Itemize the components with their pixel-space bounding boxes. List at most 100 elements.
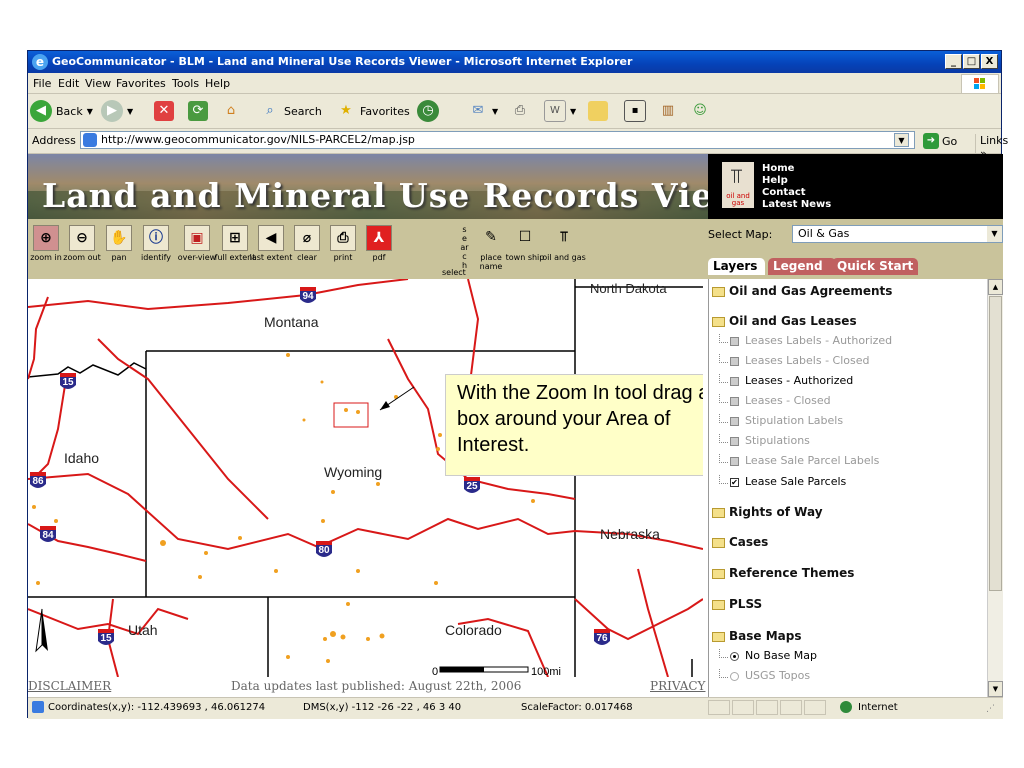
menu-file[interactable]: File [33,77,51,90]
state-idaho: Idaho [64,450,99,466]
favorites-star-icon: ★ [340,103,352,118]
go-button[interactable]: ➜ Go [923,133,957,149]
minimize-button[interactable]: _ [945,54,962,69]
checkmark-icon[interactable]: ✔ [730,477,739,487]
pdf-tool[interactable]: ⅄ pdf [357,225,401,262]
layer-group-oil-gas-agreements[interactable]: Oil and Gas Agreements [712,284,892,298]
home-button[interactable]: ⌂ [221,99,241,123]
layer-group-rights-of-way[interactable]: Rights of Way [712,505,823,519]
scale-start: 0 [432,666,438,677]
header-links: Home Help Contact Latest News [762,163,831,211]
contact-link[interactable]: Contact [762,187,831,199]
layer-leases-labels-closed[interactable]: Leases Labels - Closed [709,354,870,367]
layer-checkbox[interactable] [730,376,739,386]
menu-tools[interactable]: Tools [172,77,199,90]
stop-icon: ✕ [154,101,174,121]
layer-leases-authorized[interactable]: Leases - Authorized [709,374,853,387]
layer-group-cases[interactable]: Cases [712,535,768,549]
menu-favorites[interactable]: Favorites [116,77,166,90]
layer-checkbox[interactable] [730,416,739,426]
address-bar: Address http://www.geocommunicator.gov/N… [28,129,1008,160]
back-button[interactable]: ◀ Back ▼ [30,99,93,123]
print-button[interactable]: ⎙ [510,99,530,123]
zoom-selection-box [333,402,369,428]
layer-stipulation-labels[interactable]: Stipulation Labels [709,414,843,427]
svg-text:86: 86 [32,476,44,487]
layer-group-base-maps[interactable]: Base Maps [712,629,801,643]
folder-button[interactable] [588,99,608,123]
identify-tool[interactable]: ⓘ identify [134,225,178,262]
folder-icon [712,537,725,548]
layer-checkbox[interactable] [730,436,739,446]
stop-button[interactable]: ✕ [154,99,174,123]
menu-help[interactable]: Help [205,77,230,90]
tab-legend[interactable]: Legend [768,258,836,275]
layer-stipulations[interactable]: Stipulations [709,434,810,447]
map-canvas[interactable]: 94 15 86 25 84 80 15 76 North Dakota Mon… [28,279,703,677]
help-link[interactable]: Help [762,175,831,187]
status-bar: Coordinates(x,y): -112.439693 , 46.06127… [28,697,1003,719]
research-button[interactable]: ▥ [658,99,678,123]
tab-layers[interactable]: Layers [708,258,765,275]
scroll-down-icon[interactable]: ▼ [988,681,1003,697]
search-button[interactable]: ⌕ Search [260,99,321,123]
oil-and-gas-tool[interactable]: ⫪ oil and gas [542,225,586,262]
latest-news-link[interactable]: Latest News [762,199,831,211]
back-arrow-icon: ◀ [30,100,52,122]
address-dropdown-icon[interactable]: ▼ [894,133,909,147]
scroll-up-icon[interactable]: ▲ [988,279,1003,295]
map-view[interactable]: 94 15 86 25 84 80 15 76 North Dakota Mon… [28,279,703,677]
township-tool[interactable]: ☐ town ship [503,225,547,262]
layer-lease-sale-parcel-labels[interactable]: Lease Sale Parcel Labels [709,454,879,467]
edit-button[interactable]: W ▼ [544,99,576,123]
home-link[interactable]: Home [762,163,831,175]
layer-leases-labels-authorized[interactable]: Leases Labels - Authorized [709,334,892,347]
forward-button[interactable]: ▶ ▼ [101,99,133,123]
maximize-button[interactable]: □ [963,54,980,69]
callout-arrow-head [380,401,390,410]
scroll-thumb[interactable] [989,296,1002,591]
mail-dropdown-icon: ▼ [492,106,499,116]
menu-edit[interactable]: Edit [58,77,79,90]
interstate-80-shield: 80 [316,541,332,557]
select-map-dropdown[interactable]: Oil & Gas ▼ [792,225,1003,243]
svg-text:80: 80 [318,545,330,556]
layer-group-oil-gas-leases[interactable]: Oil and Gas Leases [712,314,857,328]
tab-quick-start[interactable]: Quick Start [832,258,918,275]
address-input[interactable]: http://www.geocommunicator.gov/NILS-PARC… [80,131,915,149]
layer-checkbox[interactable] [730,356,739,366]
status-coordinates: Coordinates(x,y): -112.439693 , 46.06127… [48,702,266,713]
refresh-button[interactable]: ⟳ [188,99,208,123]
window-title: GeoCommunicator - BLM - Land and Mineral… [52,55,633,68]
layer-group-reference-themes[interactable]: Reference Themes [712,566,854,580]
layer-leases-closed[interactable]: Leases - Closed [709,394,831,407]
layer-checkbox[interactable] [730,396,739,406]
messenger-people-button[interactable]: ☺ [690,99,710,123]
folder-icon [712,507,725,518]
layer-checkbox[interactable] [730,336,739,346]
radio-icon[interactable] [730,671,739,681]
resize-grip-icon[interactable]: ⋰ [986,704,995,714]
layer-checkbox[interactable] [730,456,739,466]
base-map-none[interactable]: No Base Map [709,649,817,662]
favorites-button[interactable]: ★ Favorites [336,99,410,123]
interstate-15-shield: 15 [60,373,76,389]
messenger-button[interactable]: ▪ [624,99,646,123]
oil-and-gas-logo: ⫪ oil and gas [722,162,754,208]
info-icon: ⓘ [143,225,169,251]
address-label: Address [32,134,76,147]
base-map-usgs-topos[interactable]: USGS Topos [709,669,810,682]
close-button[interactable]: X [981,54,998,69]
privacy-link[interactable]: PRIVACY [650,679,705,693]
layer-lease-sale-parcels[interactable]: ✔ Lease Sale Parcels [709,475,846,488]
interstate-84-shield: 84 [40,526,56,542]
layer-group-plss[interactable]: PLSS [712,597,762,611]
history-button[interactable]: ◷ [417,99,439,123]
disclaimer-link[interactable]: DISCLAIMER [28,679,111,693]
layers-scrollbar[interactable]: ▲ ▼ [987,279,1003,697]
back-arrow-icon: ◀ [258,225,284,251]
menu-view[interactable]: View [85,77,111,90]
mail-button[interactable]: ✉ ▼ [468,99,499,123]
scale-bar: 0 100mi [432,666,561,677]
radio-selected-icon[interactable] [730,651,739,661]
